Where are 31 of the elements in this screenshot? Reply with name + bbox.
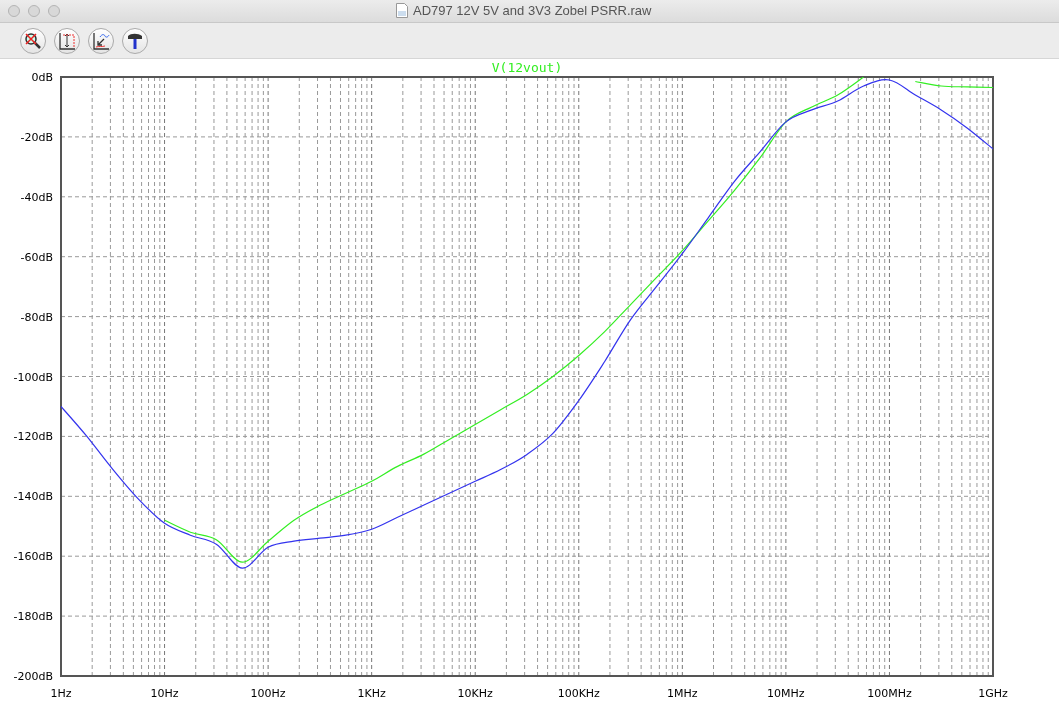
y-axis-label: -160dB xyxy=(13,550,53,564)
trace-label: V(12vout) xyxy=(491,60,563,75)
autorange-button[interactable] xyxy=(54,27,80,54)
x-axis-label: 1KHz xyxy=(357,687,386,700)
x-axis-label: 1GHz xyxy=(978,687,1008,700)
y-axis-label: -40dB xyxy=(20,190,53,204)
y-axis-label: -120dB xyxy=(13,430,53,444)
magnifier-icon xyxy=(23,30,43,51)
document-icon xyxy=(396,3,408,18)
y-axis-label: -20dB xyxy=(20,130,53,144)
y-axis-label: -180dB xyxy=(13,610,53,624)
y-axis-label: -80dB xyxy=(20,310,53,324)
trace-button[interactable] xyxy=(88,27,114,54)
x-axis-label: 1Hz xyxy=(50,687,72,700)
trace-arrow-icon xyxy=(91,30,111,51)
y-axis-label: -140dB xyxy=(13,490,53,504)
hammer-button[interactable] xyxy=(122,27,148,54)
x-axis-label: 1MHz xyxy=(667,687,698,700)
x-axis-label: 10Hz xyxy=(150,687,179,700)
y-axis-label: -200dB xyxy=(13,670,53,683)
y-axis-label: -100dB xyxy=(13,370,53,384)
x-axis-label: 10MHz xyxy=(767,687,805,700)
unzoom-button[interactable] xyxy=(20,27,46,54)
y-axis-label: -60dB xyxy=(20,250,53,264)
y-axis-label: 0dB xyxy=(31,71,53,84)
window-title: AD797 12V 5V and 3V3 Zobel PSRR.raw xyxy=(413,3,652,18)
x-axis-label: 100Hz xyxy=(250,687,286,700)
x-axis-label: 100KHz xyxy=(557,687,600,700)
autorange-icon xyxy=(57,30,77,51)
x-axis-label: 10KHz xyxy=(457,687,493,700)
x-axis-label: 100MHz xyxy=(867,687,912,700)
